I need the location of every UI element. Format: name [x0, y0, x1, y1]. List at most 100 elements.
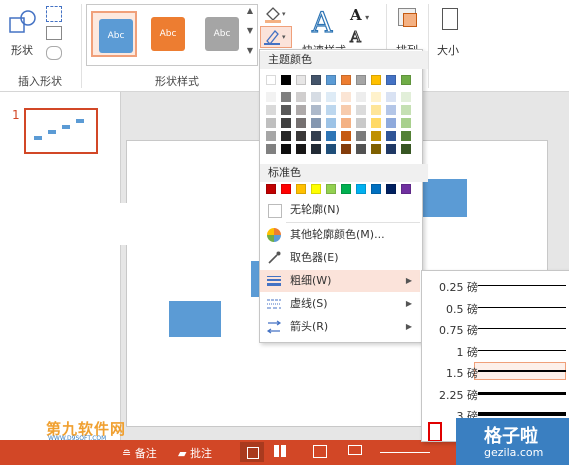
style-item-1[interactable]: Abc	[91, 11, 137, 57]
normal-view-button[interactable]	[240, 442, 264, 462]
theme-shade-swatch[interactable]	[356, 92, 366, 102]
gallery-scroll-up[interactable]: ▲	[244, 6, 256, 24]
theme-shade-swatch[interactable]	[386, 131, 396, 141]
theme-shade-swatch[interactable]	[386, 92, 396, 102]
standard-color-swatch[interactable]	[326, 184, 336, 194]
theme-shade-swatch[interactable]	[341, 131, 351, 141]
custom-weight-item[interactable]	[428, 422, 442, 441]
theme-shade-swatch[interactable]	[296, 92, 306, 102]
theme-shade-swatch[interactable]	[326, 105, 336, 115]
text-fill-button[interactable]: A ▾	[350, 6, 376, 24]
theme-shade-swatch[interactable]	[386, 105, 396, 115]
standard-color-swatch[interactable]	[386, 184, 396, 194]
theme-shade-swatch[interactable]	[401, 131, 411, 141]
style-item-2[interactable]: Abc	[145, 11, 191, 57]
theme-shade-swatch[interactable]	[281, 92, 291, 102]
theme-shade-swatch[interactable]	[326, 131, 336, 141]
theme-shade-swatch[interactable]	[341, 92, 351, 102]
weight-option[interactable]: 0.25 磅	[422, 275, 569, 296]
theme-shade-swatch[interactable]	[296, 144, 306, 154]
no-outline-item[interactable]: 无轮廓(N)	[260, 199, 420, 221]
weight-option[interactable]: 1.5 磅	[422, 361, 569, 382]
text-outline-button[interactable]: A	[350, 28, 376, 47]
theme-shade-swatch[interactable]	[266, 131, 276, 141]
theme-shade-swatch[interactable]	[311, 92, 321, 102]
theme-color-swatch[interactable]	[341, 75, 351, 85]
more-outline-colors-item[interactable]: 其他轮廓颜色(M)...	[260, 224, 420, 246]
theme-shade-swatch[interactable]	[281, 105, 291, 115]
theme-shade-swatch[interactable]	[371, 105, 381, 115]
arrows-item[interactable]: 箭头(R) ▶	[260, 316, 420, 338]
theme-shade-swatch[interactable]	[371, 92, 381, 102]
theme-shade-swatch[interactable]	[296, 105, 306, 115]
weight-item[interactable]: 粗细(W) ▶	[260, 270, 420, 292]
theme-color-swatch[interactable]	[356, 75, 366, 85]
zoom-slider[interactable]	[380, 452, 430, 453]
theme-shade-swatch[interactable]	[266, 105, 276, 115]
shape-fill-button[interactable]: ▾	[262, 4, 288, 24]
theme-shade-swatch[interactable]	[341, 144, 351, 154]
standard-color-swatch[interactable]	[356, 184, 366, 194]
standard-color-swatch[interactable]	[266, 184, 276, 194]
reading-view-button[interactable]	[313, 445, 327, 459]
edit-shape-icon[interactable]	[46, 6, 62, 22]
gallery-more[interactable]: ▼	[244, 46, 256, 64]
eyedropper-item[interactable]: 取色器(E)	[260, 247, 420, 269]
theme-shade-swatch[interactable]	[356, 131, 366, 141]
theme-shade-swatch[interactable]	[356, 118, 366, 128]
slideshow-button[interactable]	[348, 445, 362, 459]
theme-shade-swatch[interactable]	[281, 144, 291, 154]
weight-option[interactable]: 1 磅	[422, 340, 569, 361]
standard-color-swatch[interactable]	[401, 184, 411, 194]
theme-shade-swatch[interactable]	[371, 131, 381, 141]
slide-thumbnail[interactable]	[24, 108, 98, 154]
theme-shade-swatch[interactable]	[386, 118, 396, 128]
theme-shade-swatch[interactable]	[266, 144, 276, 154]
theme-shade-swatch[interactable]	[326, 144, 336, 154]
theme-shade-swatch[interactable]	[371, 118, 381, 128]
theme-shade-swatch[interactable]	[326, 92, 336, 102]
theme-shade-swatch[interactable]	[311, 118, 321, 128]
size-button[interactable]: 大小	[434, 4, 468, 64]
weight-option[interactable]: 2.25 磅	[422, 383, 569, 404]
theme-shade-swatch[interactable]	[326, 118, 336, 128]
theme-color-swatch[interactable]	[281, 75, 291, 85]
theme-shade-swatch[interactable]	[356, 105, 366, 115]
theme-color-swatch[interactable]	[296, 75, 306, 85]
theme-shade-swatch[interactable]	[401, 92, 411, 102]
theme-shade-swatch[interactable]	[386, 144, 396, 154]
rectangle-shape[interactable]	[169, 301, 221, 337]
theme-shade-swatch[interactable]	[401, 118, 411, 128]
standard-color-swatch[interactable]	[371, 184, 381, 194]
theme-color-swatch[interactable]	[326, 75, 336, 85]
theme-shade-swatch[interactable]	[401, 144, 411, 154]
text-box-icon[interactable]	[46, 26, 62, 40]
weight-option[interactable]: 0.5 磅	[422, 297, 569, 318]
theme-shade-swatch[interactable]	[281, 118, 291, 128]
theme-shade-swatch[interactable]	[371, 144, 381, 154]
merge-shapes-icon[interactable]	[46, 46, 62, 60]
dashes-item[interactable]: 虚线(S) ▶	[260, 293, 420, 315]
theme-shade-swatch[interactable]	[311, 105, 321, 115]
theme-shade-swatch[interactable]	[311, 144, 321, 154]
shape-outline-button[interactable]: ▾	[260, 26, 292, 48]
theme-shade-swatch[interactable]	[341, 105, 351, 115]
theme-shade-swatch[interactable]	[296, 118, 306, 128]
standard-color-swatch[interactable]	[311, 184, 321, 194]
style-item-3[interactable]: Abc	[199, 11, 245, 57]
theme-shade-swatch[interactable]	[266, 118, 276, 128]
theme-shade-swatch[interactable]	[401, 105, 411, 115]
notes-button[interactable]: ≘ 备注	[122, 445, 157, 461]
standard-color-swatch[interactable]	[341, 184, 351, 194]
theme-shade-swatch[interactable]	[281, 131, 291, 141]
theme-shade-swatch[interactable]	[356, 144, 366, 154]
theme-color-swatch[interactable]	[386, 75, 396, 85]
standard-color-swatch[interactable]	[281, 184, 291, 194]
slide-sorter-button[interactable]	[274, 445, 288, 459]
theme-color-swatch[interactable]	[401, 75, 411, 85]
shapes-button[interactable]: 形状	[6, 6, 40, 64]
weight-option[interactable]: 0.75 磅	[422, 318, 569, 339]
theme-shade-swatch[interactable]	[296, 131, 306, 141]
theme-shade-swatch[interactable]	[311, 131, 321, 141]
theme-color-swatch[interactable]	[371, 75, 381, 85]
